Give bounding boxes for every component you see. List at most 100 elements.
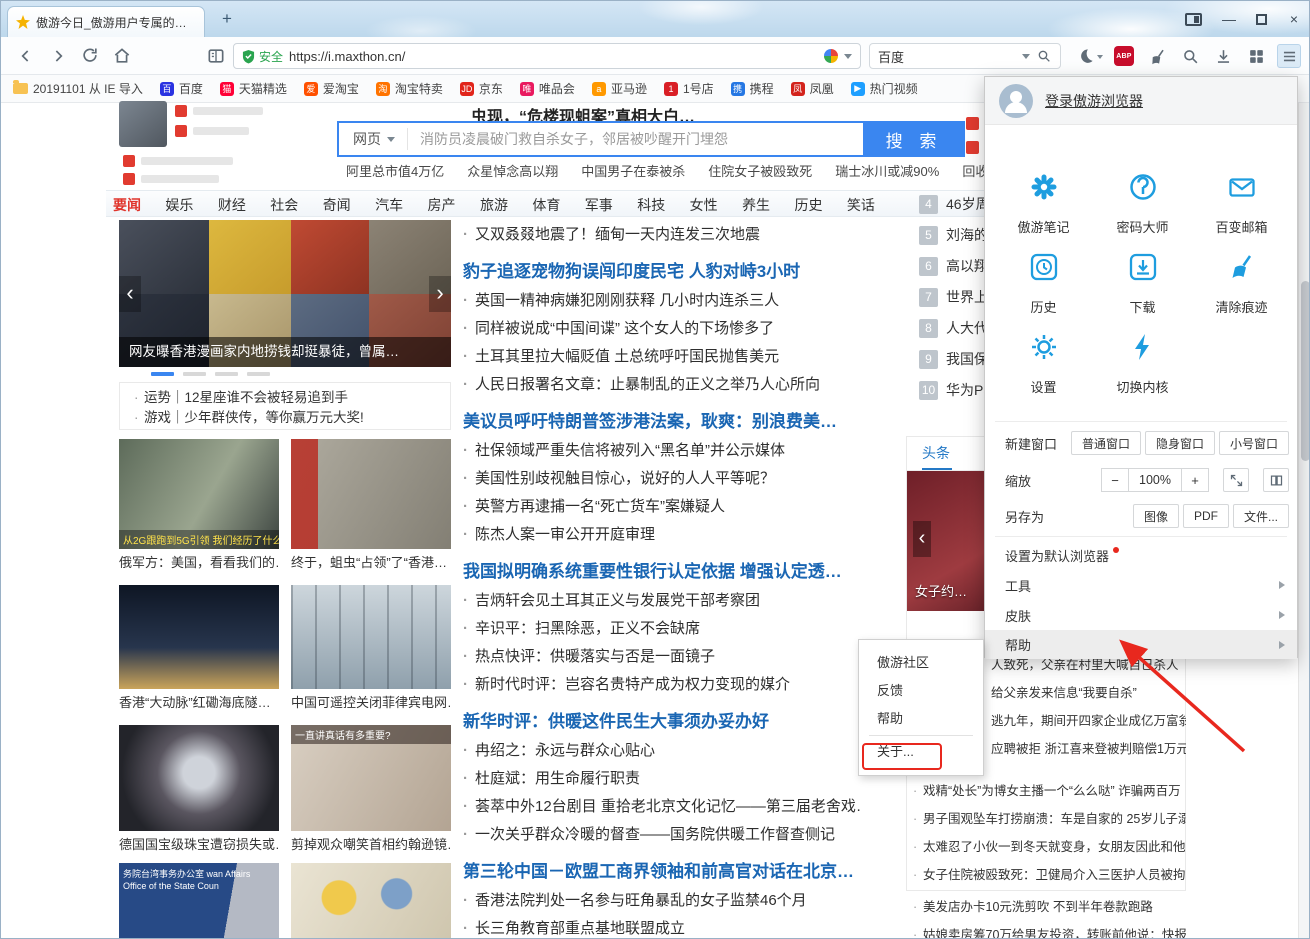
- headline-link[interactable]: 吉炳轩会见土耳其正义与发展党干部考察团: [463, 587, 861, 615]
- headline-link[interactable]: 同样被说成“中国间谍” 这个女人的下场惨多了: [463, 315, 861, 343]
- news-tab[interactable]: 养生: [742, 195, 770, 215]
- home-button[interactable]: [111, 45, 133, 67]
- hot-link[interactable]: 阿里总市值4万亿: [346, 161, 444, 180]
- news-tab-yaowen[interactable]: 要闻: [113, 195, 141, 215]
- login-link[interactable]: 登录傲游浏览器: [1045, 91, 1143, 111]
- page-scrollbar[interactable]: [1298, 103, 1310, 939]
- menu-app-switch-core[interactable]: 切换内核: [1093, 321, 1192, 401]
- night-mode-icon[interactable]: [1073, 44, 1097, 68]
- promo-link[interactable]: 运势｜12星座谁不会被轻易追到手: [134, 388, 450, 408]
- search-category-dropdown[interactable]: 网页: [339, 128, 408, 150]
- news-list-item[interactable]: 给父亲发来信息“我要自杀”: [991, 679, 1186, 707]
- photo-caption[interactable]: 德国国宝级珠宝遭窃损失或…: [119, 835, 279, 855]
- tile-windows-button[interactable]: [1263, 468, 1289, 492]
- apps-grid-icon[interactable]: [1244, 44, 1268, 68]
- headline-link[interactable]: 我国拟明确系统重要性银行认定依据 增强认定透…: [463, 557, 861, 587]
- headline-link[interactable]: 陈杰人案一审公开开庭审理: [463, 521, 861, 549]
- news-list-item[interactable]: 男子围观坠车打捞崩溃：车是自家的 25岁儿子溺亡: [913, 805, 1186, 833]
- news-photo-card[interactable]: 一直讲真话有多重要? 剪掉观众嘲笑首相约翰逊镜…: [291, 725, 451, 855]
- zoom-in-button[interactable]: +: [1181, 468, 1209, 492]
- save-pdf-button[interactable]: PDF: [1183, 504, 1229, 528]
- bookmark-item[interactable]: 猫天猫精选: [220, 80, 287, 97]
- skins-item[interactable]: 皮肤: [985, 600, 1297, 630]
- headline-link[interactable]: 英国一精神病嫌犯刚刚获释 几小时内连杀三人: [463, 287, 861, 315]
- portal-search-input[interactable]: 消防员凌晨破门救自杀女子，邻居被吵醒开门埋怨: [408, 129, 863, 149]
- news-tab[interactable]: 汽车: [375, 195, 403, 215]
- address-bar[interactable]: 安全 https://i.maxthon.cn/: [233, 43, 861, 69]
- news-photo-card[interactable]: 中国可遥控关闭菲律宾电网…: [291, 585, 451, 713]
- news-photo-card[interactable]: 终于，蛆虫“占领”了“香港…: [291, 439, 451, 573]
- back-button[interactable]: [15, 45, 37, 67]
- zoom-out-button[interactable]: −: [1101, 468, 1129, 492]
- toutiao-image-caption[interactable]: 女子约…: [915, 581, 967, 600]
- pagination-dash[interactable]: [183, 372, 206, 376]
- bookmark-item[interactable]: ▶热门视频: [851, 80, 918, 97]
- news-tab[interactable]: 奇闻: [323, 195, 351, 215]
- photo-caption[interactable]: 中国可遥控关闭菲律宾电网…: [291, 693, 451, 713]
- headline-link[interactable]: 荟萃中外12台剧目 重拾老北京文化记忆——第三届老舍戏…: [463, 793, 861, 821]
- menu-app-password-master[interactable]: 密码大师: [1093, 161, 1192, 241]
- resource-sniffer-icon[interactable]: [1178, 44, 1202, 68]
- menu-app-history[interactable]: 历史: [994, 241, 1093, 321]
- bookmark-item[interactable]: 凤凤凰: [791, 80, 834, 97]
- set-default-browser-item[interactable]: 设置为默认浏览器: [985, 540, 1297, 570]
- menu-app-mail[interactable]: 百变邮箱: [1192, 161, 1291, 241]
- fullscreen-button[interactable]: [1223, 468, 1249, 492]
- headline-link[interactable]: 热点快评：供暖落实与否是一面镜子: [463, 643, 861, 671]
- browser-tab[interactable]: 傲游今日_傲游用户专属的…: [7, 6, 205, 37]
- pagination-dash[interactable]: [151, 372, 174, 376]
- search-icon[interactable]: [1036, 48, 1052, 64]
- news-tab[interactable]: 社会: [270, 195, 298, 215]
- bookmark-item[interactable]: 百百度: [160, 80, 203, 97]
- headline-link[interactable]: 辛识平：扫黑除恶，正义不会缺席: [463, 615, 861, 643]
- headline-link[interactable]: 美国性别歧视触目惊心，说好的人人平等呢？: [463, 465, 861, 493]
- promo-link[interactable]: 游戏｜少年群侠传，等你赢万元大奖!: [134, 408, 450, 428]
- news-tab[interactable]: 笑话: [847, 195, 875, 215]
- news-tab[interactable]: 财经: [218, 195, 246, 215]
- photo-caption[interactable]: 俄军方：美国，看看我们的…: [119, 553, 279, 573]
- hot-link[interactable]: 瑞士冰川或减90%: [835, 161, 939, 180]
- headline-link[interactable]: 又双叒叕地震了！缅甸一天内连发三次地震: [463, 221, 861, 249]
- downloads-icon[interactable]: [1211, 44, 1235, 68]
- tab-toutiao[interactable]: 头条: [922, 437, 950, 470]
- news-photo-card[interactable]: 德国国宝级珠宝遭窃损失或…: [119, 725, 279, 855]
- headline-link[interactable]: 美议员呼吁特朗普签涉港法案，耿爽：别浪费美…: [463, 407, 861, 437]
- news-tab[interactable]: 娱乐: [165, 195, 193, 215]
- news-photo-card[interactable]: [291, 863, 451, 939]
- menu-app-settings[interactable]: 设置: [994, 321, 1093, 401]
- bookmark-item[interactable]: 11号店: [664, 80, 714, 97]
- bookmark-folder[interactable]: 20191101 从 IE 导入: [13, 80, 143, 97]
- close-button[interactable]: ×: [1287, 12, 1301, 26]
- menu-app-downloads[interactable]: 下载: [1093, 241, 1192, 321]
- hot-link[interactable]: 众星悼念高以翔: [467, 161, 558, 180]
- carousel-caption[interactable]: 网友曝香港漫画家内地捞钱却挺暴徒，曾属…: [119, 337, 451, 367]
- news-tab[interactable]: 体育: [532, 195, 560, 215]
- news-tab[interactable]: 房产: [428, 195, 456, 215]
- headline-link[interactable]: 长三角教育部重点基地联盟成立: [463, 915, 861, 939]
- pagination-dash[interactable]: [215, 372, 238, 376]
- address-dropdown-icon[interactable]: [844, 54, 852, 59]
- adblock-icon[interactable]: ABP: [1112, 44, 1136, 68]
- headline-link[interactable]: 一次关乎群众冷暖的督查——国务院供暖工作督查侧记: [463, 821, 861, 849]
- scrollbar-thumb[interactable]: [1301, 281, 1310, 461]
- headline-link[interactable]: 第三轮中国－欧盟工商界领袖和前高官对话在北京…: [463, 857, 861, 887]
- night-mode-dropdown-icon[interactable]: [1097, 55, 1103, 59]
- photo-caption[interactable]: 终于，蛆虫“占领”了“香港…: [291, 553, 451, 573]
- headline-link[interactable]: 土耳其里拉大幅贬值 土总统呼吁国民抛售美元: [463, 343, 861, 371]
- news-list-item[interactable]: 女子住院被殴致死：卫健局介入三医护人员被拘: [913, 861, 1186, 889]
- headline-link[interactable]: 豹子追逐宠物狗误闯印度民宅 人豹对峙3小时: [463, 257, 861, 287]
- news-list-item[interactable]: 美发店办卡10元洗剪吹 不到半年卷款跑路: [913, 893, 1186, 921]
- headline-link[interactable]: 英警方再逮捕一名“死亡货车”案嫌疑人: [463, 493, 861, 521]
- headline-link[interactable]: 冉绍之：永远与群众心贴心: [463, 737, 861, 765]
- refresh-button[interactable]: [79, 45, 101, 67]
- news-photo-card[interactable]: 从2G跟跑到5G引领 我们经历了什么 俄军方：美国，看看我们的…: [119, 439, 279, 573]
- news-list-item[interactable]: 太难忍了小伙一到冬天就变身，女朋友因此和他分手: [913, 833, 1186, 861]
- pagination-dash[interactable]: [247, 372, 270, 376]
- tools-item[interactable]: 工具: [985, 570, 1297, 600]
- new-tab-button[interactable]: +: [215, 8, 239, 30]
- news-photo-card[interactable]: 香港“大动脉”红磡海底隧…: [119, 585, 279, 713]
- headline-link[interactable]: 新时代时评：岂容名贵特产成为权力变现的媒介: [463, 671, 861, 699]
- search-engine-label[interactable]: 百度: [878, 47, 1016, 66]
- toolbar-search-box[interactable]: 百度: [869, 43, 1061, 69]
- menu-app-clear-traces[interactable]: 清除痕迹: [1192, 241, 1291, 321]
